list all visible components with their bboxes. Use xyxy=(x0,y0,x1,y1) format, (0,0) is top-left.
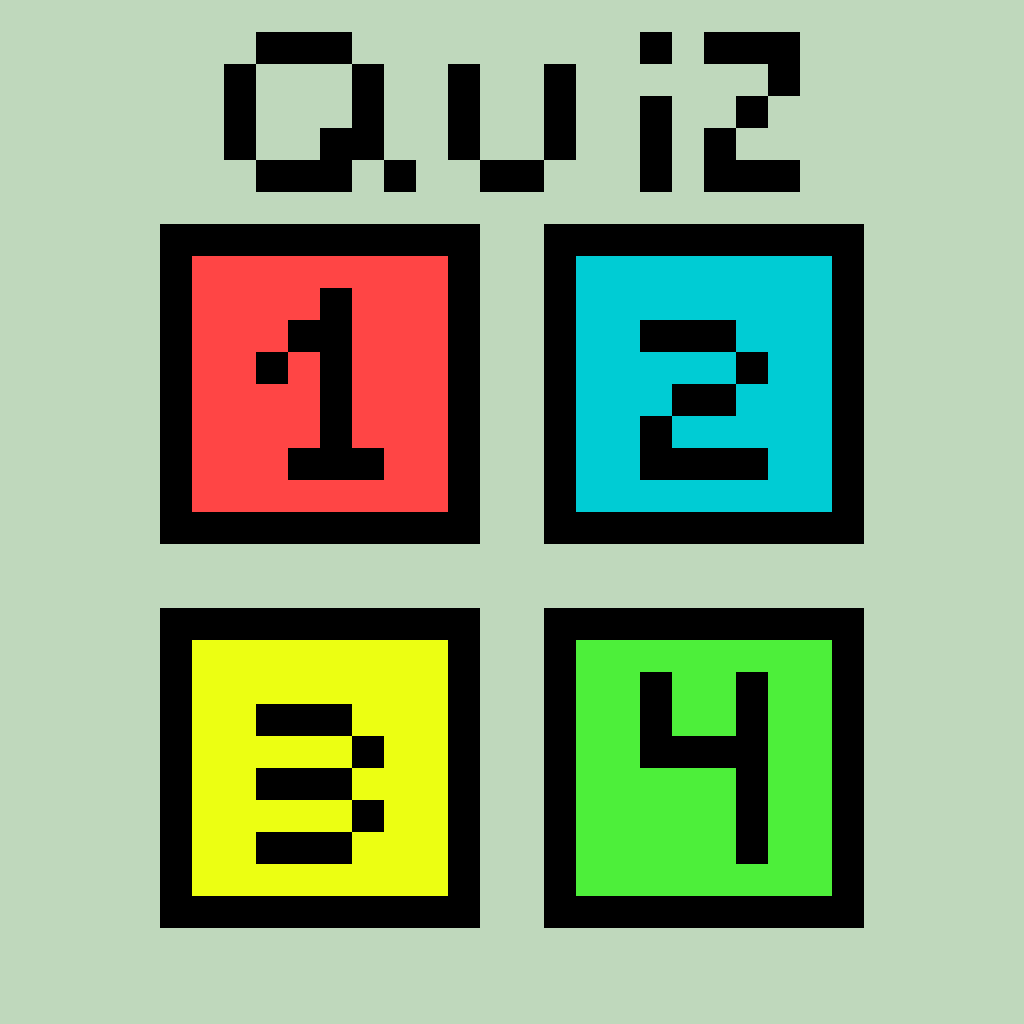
digit-four-icon xyxy=(640,672,768,864)
digit-one-icon xyxy=(256,288,384,480)
answer-button-4[interactable]: 4 xyxy=(544,608,864,928)
answer-button-3[interactable]: 3 xyxy=(160,608,480,928)
quiz-title-pixel-art xyxy=(224,32,800,192)
answer-button-1[interactable]: 1 xyxy=(160,224,480,544)
digit-two-icon xyxy=(640,320,768,480)
digit-three-icon xyxy=(256,704,384,864)
answer-button-2[interactable]: 2 xyxy=(544,224,864,544)
quiz-title: Quiz xyxy=(0,0,1024,220)
